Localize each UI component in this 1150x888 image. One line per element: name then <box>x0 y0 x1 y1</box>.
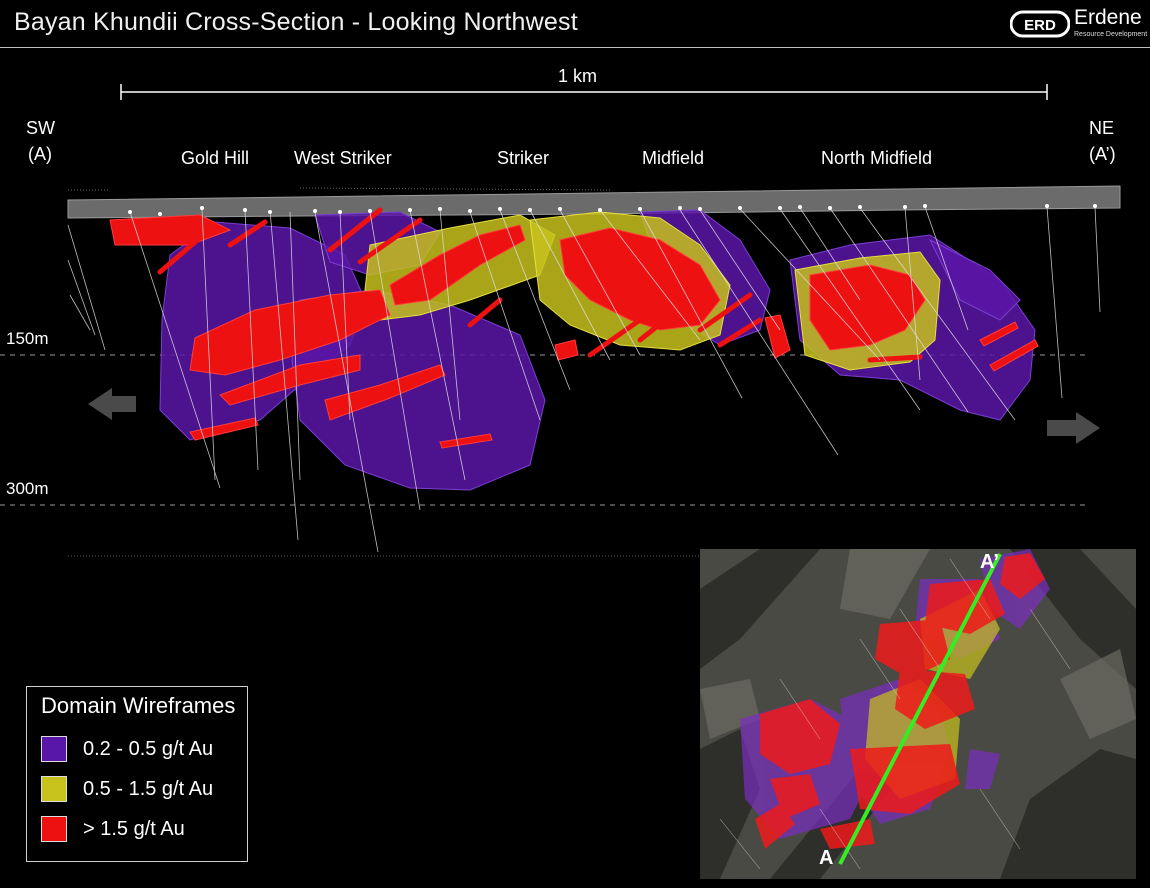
inset-map-graphic <box>700 549 1136 879</box>
legend-title: Domain Wireframes <box>41 693 236 718</box>
legend-swatch-high <box>41 816 67 842</box>
sw-direction-label: SW <box>26 118 55 138</box>
scale-bar-label: 1 km <box>558 66 598 86</box>
depth-label-300: 300m <box>6 479 49 498</box>
zone-label-gold-hill: Gold Hill <box>181 148 250 168</box>
legend-label: 0.2 - 0.5 g/t Au <box>83 738 214 760</box>
legend-swatch-mid <box>41 776 67 802</box>
inset-label-a-prime: A’ <box>980 551 999 573</box>
depth-label-150: 150m <box>6 329 49 348</box>
arrow-left-icon <box>88 388 136 420</box>
inset-plan-map: A A’ <box>700 549 1136 879</box>
zone-label-west-striker: West Striker <box>294 148 392 168</box>
legend-swatch-low <box>41 736 67 762</box>
ne-section-code: (A’) <box>1089 144 1116 164</box>
ne-direction-label: NE <box>1089 118 1115 138</box>
legend: Domain Wireframes 0.2 - 0.5 g/t Au 0.5 -… <box>26 686 248 862</box>
inset-label-a: A <box>819 847 834 869</box>
legend-label: > 1.5 g/t Au <box>83 818 185 840</box>
legend-label: 0.5 - 1.5 g/t Au <box>83 778 214 800</box>
zone-label-striker: Striker <box>497 148 550 168</box>
zone-label-north-midfield: North Midfield <box>821 148 933 168</box>
zone-label-midfield: Midfield <box>642 148 705 168</box>
arrow-right-icon <box>1047 412 1100 444</box>
sw-section-code: (A) <box>28 144 52 164</box>
